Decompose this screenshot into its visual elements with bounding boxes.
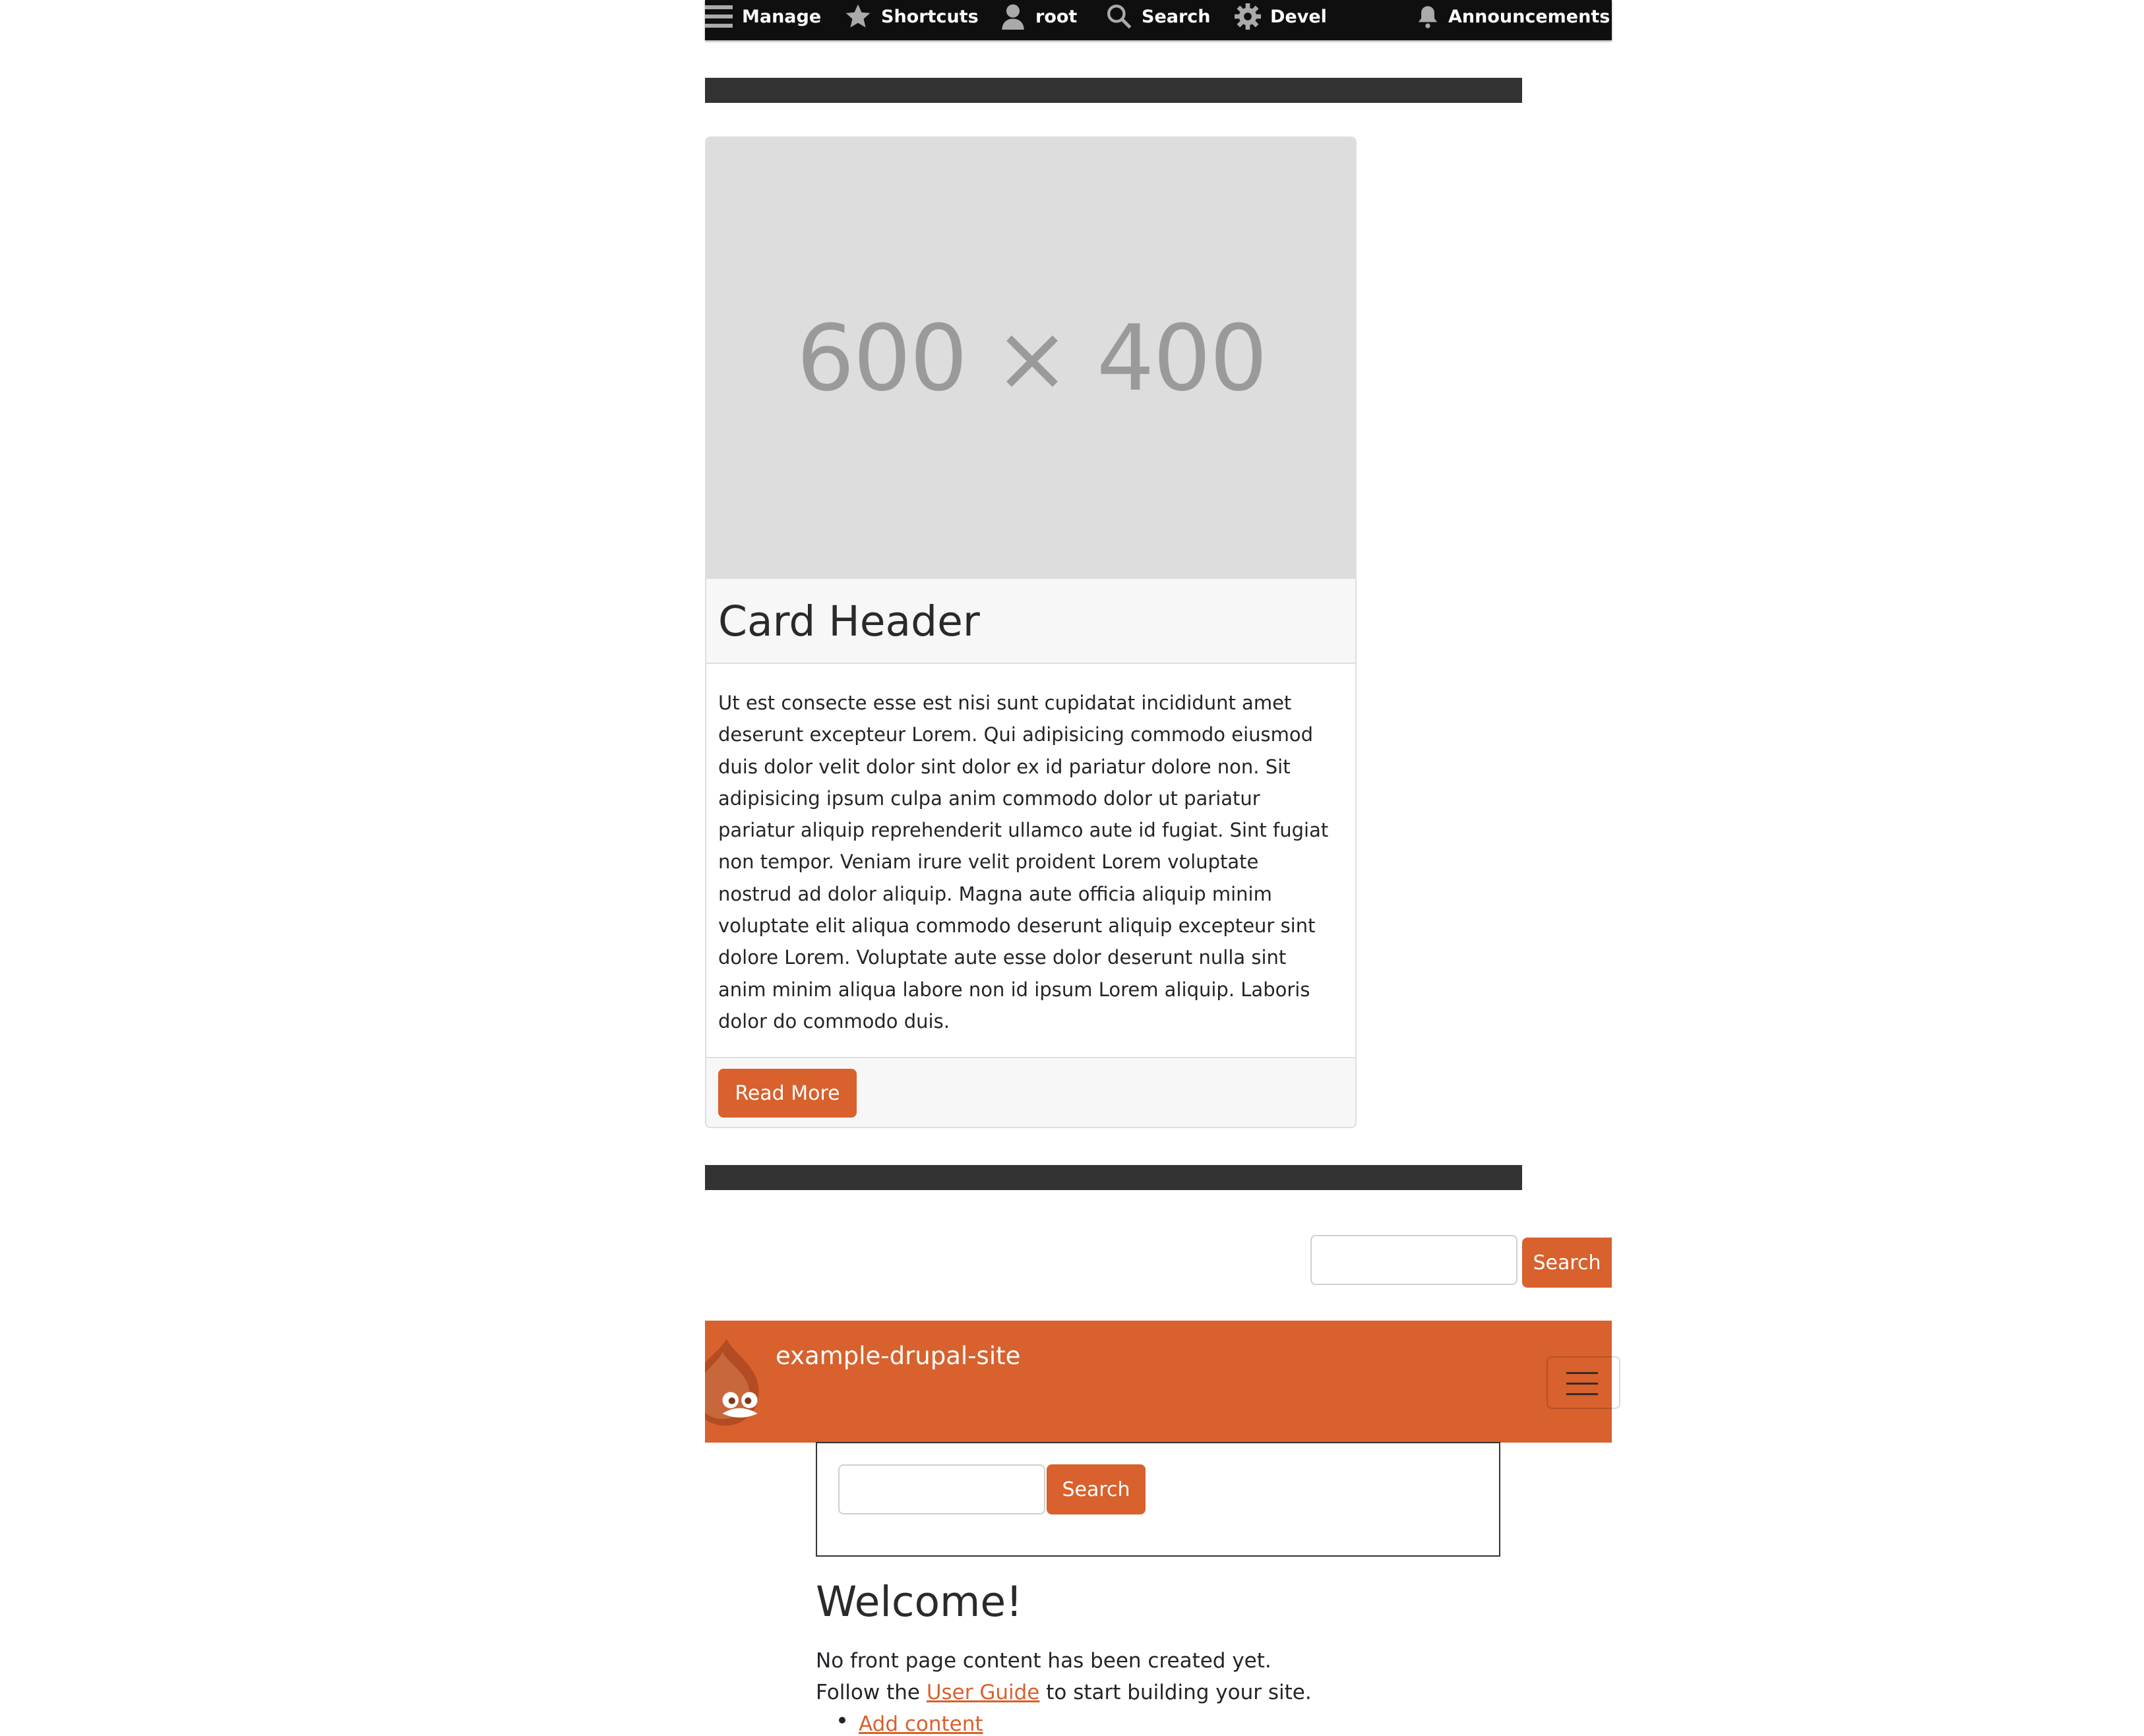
toolbar-manage[interactable]: Manage bbox=[705, 0, 821, 33]
toolbar-user-label: root bbox=[1035, 6, 1078, 27]
card-body-line: deserunt excepteur Lorem. Qui adipisicin… bbox=[718, 723, 1314, 746]
dark-divider-top bbox=[705, 78, 1522, 103]
card-body-line: Ut est consecte esse est nisi sunt cupid… bbox=[718, 692, 1292, 714]
card-body: Ut est consecte esse est nisi sunt cupid… bbox=[718, 687, 1338, 1037]
toolbar-shortcuts-label: Shortcuts bbox=[881, 6, 979, 27]
hamburger-line bbox=[1566, 1372, 1598, 1374]
top-search-button[interactable]: Search bbox=[1522, 1238, 1612, 1288]
card-footer: Read More bbox=[706, 1057, 1355, 1127]
admin-toolbar: Manage Shortcuts root Search Devel Annou… bbox=[705, 0, 1612, 40]
add-content-link[interactable]: Add content bbox=[859, 1712, 983, 1736]
toolbar-announcements-label: Announcements bbox=[1448, 6, 1610, 27]
welcome-line-2-before: Follow the bbox=[816, 1681, 927, 1704]
toolbar-user[interactable]: root bbox=[1000, 0, 1077, 33]
header-search-button[interactable]: Search bbox=[1047, 1464, 1146, 1514]
card-body-line: voluptate elit aliqua commodo deserunt a… bbox=[718, 914, 1316, 938]
card-image-placeholder: 600 × 400 bbox=[706, 138, 1355, 579]
gear-icon bbox=[1235, 3, 1261, 30]
welcome-line-2: Follow the User Guide to start building … bbox=[816, 1681, 1312, 1704]
hamburger-line bbox=[1566, 1393, 1598, 1395]
toolbar-search[interactable]: Search bbox=[1106, 0, 1211, 33]
top-search-input[interactable] bbox=[1310, 1235, 1517, 1285]
card-body-line: dolore Lorem. Voluptate aute esse dolor … bbox=[718, 946, 1287, 969]
list-bullet bbox=[839, 1717, 845, 1723]
card-body-line: nostrud ad dolor aliquip. Magna aute off… bbox=[718, 882, 1272, 905]
toolbar-shortcuts[interactable]: Shortcuts bbox=[844, 0, 979, 33]
toolbar-devel-label: Devel bbox=[1270, 6, 1327, 27]
header-search-input[interactable] bbox=[838, 1464, 1045, 1514]
site-header: example-drupal-site bbox=[705, 1321, 1620, 1443]
card-body-line: non tempor. Veniam irure velit proident … bbox=[718, 851, 1259, 874]
card-header: Card Header bbox=[706, 579, 1355, 664]
card-header-title: Card Header bbox=[718, 597, 980, 645]
star-icon bbox=[845, 4, 871, 28]
card-image-text: 600 × 400 bbox=[796, 305, 1268, 411]
site-name[interactable]: example-drupal-site bbox=[776, 1342, 1020, 1370]
toolbar-devel[interactable]: Devel bbox=[1235, 0, 1327, 33]
card-body-line: adipisicing ipsum culpa anim commodo dol… bbox=[718, 787, 1260, 810]
list-item: Add content bbox=[859, 1712, 983, 1736]
welcome-title: Welcome! bbox=[816, 1578, 1023, 1626]
page: Manage Shortcuts root Search Devel Annou… bbox=[705, 0, 1620, 1736]
welcome-line-2-after: to start building your site. bbox=[1039, 1681, 1312, 1704]
drupal-logo-icon[interactable] bbox=[705, 1338, 772, 1426]
toolbar-search-label: Search bbox=[1142, 6, 1211, 27]
hamburger-menu-button[interactable] bbox=[1547, 1356, 1620, 1409]
bell-icon bbox=[1418, 6, 1438, 28]
search-block: Search bbox=[816, 1442, 1500, 1557]
user-icon bbox=[1002, 4, 1024, 30]
hamburger-line bbox=[1566, 1383, 1598, 1385]
card: 600 × 400 Card Header Ut est consecte es… bbox=[705, 136, 1357, 1128]
menu-icon bbox=[705, 5, 733, 28]
welcome-line-1: No front page content has been created y… bbox=[816, 1649, 1271, 1673]
card-body-line: dolor do commodo duis. bbox=[718, 1009, 950, 1033]
card-body-line: anim minim aliqua labore non id ipsum Lo… bbox=[718, 978, 1310, 1001]
card-body-line: pariatur aliquip reprehenderit ullamco a… bbox=[718, 819, 1329, 842]
toolbar-announcements[interactable]: Announcements bbox=[1417, 0, 1610, 33]
read-more-button[interactable]: Read More bbox=[718, 1069, 857, 1118]
toolbar-manage-label: Manage bbox=[742, 6, 822, 27]
user-guide-link[interactable]: User Guide bbox=[927, 1681, 1040, 1704]
dark-divider-bottom bbox=[705, 1165, 1522, 1190]
card-body-line: duis dolor velit dolor sint dolor ex id … bbox=[718, 755, 1291, 778]
search-icon bbox=[1107, 4, 1132, 29]
